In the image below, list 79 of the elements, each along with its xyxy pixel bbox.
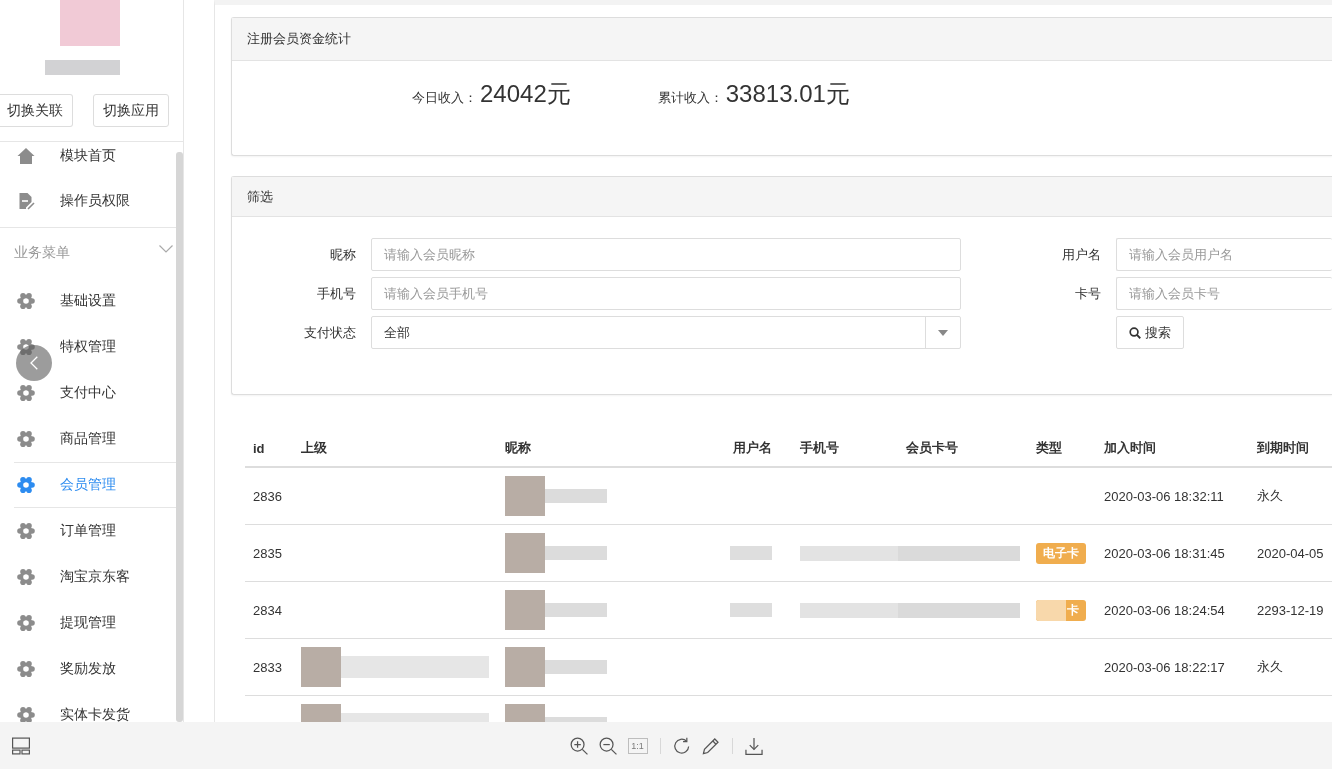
nav-item[interactable]: 奖励发放: [14, 646, 176, 692]
home-icon: [17, 147, 35, 165]
stat-value: 33813.01元: [725, 79, 850, 109]
zoom-in-icon[interactable]: [569, 736, 588, 755]
type-badge: 电子卡: [1036, 542, 1086, 564]
nav-item[interactable]: 操作员权限: [14, 178, 176, 223]
join-time-text: 2020-03-06 18:31:45: [1104, 545, 1225, 561]
nav-item[interactable]: 支付中心: [14, 370, 176, 416]
nav-item[interactable]: 提现管理: [14, 600, 176, 646]
panel-title: 注册会员资金统计: [247, 30, 351, 48]
expiry-text: 永久: [1257, 659, 1283, 674]
previous-button[interactable]: [16, 345, 52, 381]
column-header: 用户名: [733, 440, 772, 455]
column-header: 到期时间: [1257, 440, 1309, 455]
nav-item[interactable]: 淘宝京东客: [14, 554, 176, 600]
search-button[interactable]: 搜索: [1116, 316, 1184, 349]
field-label: 支付状态: [303, 323, 356, 342]
search-icon: [1129, 326, 1141, 339]
gear-icon: [17, 476, 35, 494]
gear-icon: [17, 614, 35, 632]
gear-icon: [17, 430, 35, 448]
thumbnail-layout-icon[interactable]: [12, 736, 30, 755]
id-text: 2833: [253, 659, 282, 675]
gear-icon: [17, 338, 35, 356]
text-input[interactable]: 请输入会员用户名: [1116, 238, 1332, 271]
stat-label: 今日收入：: [412, 89, 477, 107]
expiry-text: 永久: [1257, 488, 1283, 503]
document-edit-icon: [17, 191, 35, 210]
nav-item[interactable]: 商品管理: [14, 416, 176, 462]
nav-item[interactable]: 实体卡发货: [14, 692, 176, 722]
join-time-text: 2020-03-06 18:22:17: [1104, 659, 1225, 675]
column-header: 加入时间: [1104, 440, 1156, 455]
join-time-text: 2020-03-06 18:32:11: [1104, 488, 1224, 504]
switch-button[interactable]: 切换应用: [93, 94, 169, 127]
expiry-text: 2020-04-05: [1257, 545, 1324, 561]
nav-item[interactable]: 基础设置: [14, 278, 176, 324]
id-text: 2835: [253, 545, 282, 561]
stat-value: 24042元: [480, 79, 571, 109]
select-field[interactable]: 全部: [371, 316, 961, 349]
rotate-icon[interactable]: [672, 736, 691, 755]
zoom-out-icon[interactable]: [598, 736, 617, 755]
panel-title: 筛选: [247, 187, 273, 206]
expiry-text: 2293-12-19: [1257, 602, 1324, 618]
gear-icon: [17, 568, 35, 586]
column-header: id: [253, 440, 265, 456]
gear-icon: [17, 660, 35, 678]
id-text: 2836: [253, 488, 282, 504]
nav-item[interactable]: 模块首页: [14, 142, 176, 178]
badge-text: 卡: [1067, 601, 1079, 619]
caret-down-icon: [938, 329, 948, 336]
column-header: 手机号: [800, 440, 839, 455]
join-time-text: 2020-03-06 18:24:54: [1104, 602, 1225, 618]
gear-icon: [17, 292, 35, 310]
scrollbar[interactable]: [176, 152, 183, 722]
gear-icon: [17, 706, 35, 722]
field-label: 昵称: [329, 245, 356, 264]
nav-item[interactable]: 特权管理: [14, 324, 176, 370]
field-label: 手机号: [316, 284, 356, 303]
switch-button[interactable]: 切换关联: [0, 94, 73, 127]
download-icon[interactable]: [744, 736, 763, 755]
chevron-left-icon: [30, 356, 38, 370]
text-input[interactable]: 请输入会员手机号: [371, 277, 961, 310]
id-text: 2834: [253, 602, 282, 618]
gear-icon: [17, 522, 35, 540]
stat-label: 累计收入：: [657, 89, 723, 107]
column-header: 会员卡号: [906, 440, 958, 455]
logo-placeholder: [60, 0, 120, 46]
pencil-icon[interactable]: [701, 736, 720, 755]
column-header: 昵称: [505, 440, 531, 455]
field-label: 用户名: [1061, 245, 1101, 264]
field-label: 卡号: [1074, 284, 1101, 303]
text-input[interactable]: 请输入会员昵称: [371, 238, 961, 271]
column-header: 上级: [301, 440, 327, 455]
nav-item[interactable]: 订单管理: [14, 508, 176, 554]
nav-item[interactable]: 会员管理: [14, 462, 176, 508]
text-input[interactable]: 请输入会员卡号: [1116, 277, 1332, 310]
gear-icon: [17, 384, 35, 402]
chevron-down-icon: [159, 245, 173, 253]
column-header: 类型: [1036, 440, 1062, 455]
